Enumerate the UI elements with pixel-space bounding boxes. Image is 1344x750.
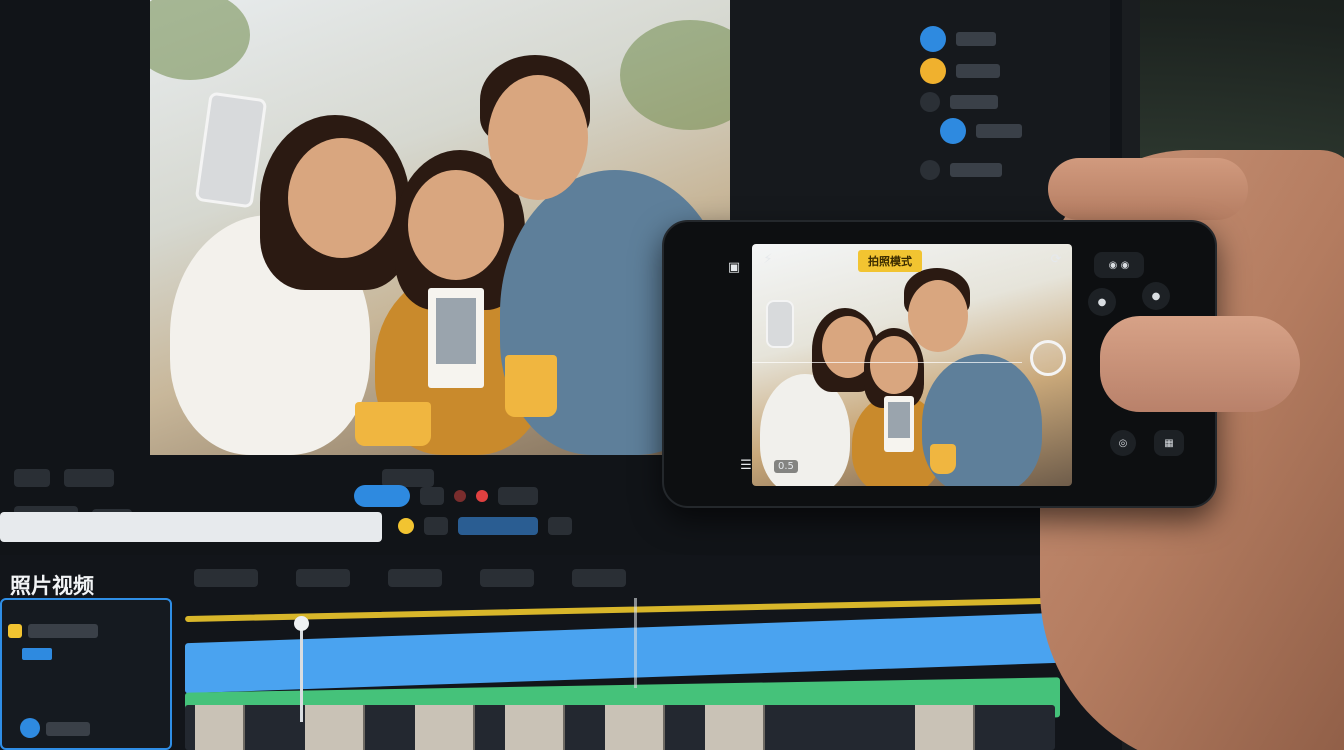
flip-camera-icon[interactable]: ⟳ — [1048, 252, 1064, 268]
option-label — [956, 32, 996, 46]
menu-button[interactable]: ▦ — [1154, 430, 1184, 456]
mode-dial[interactable]: ◉ ◉ — [1094, 252, 1144, 278]
bin-item[interactable] — [46, 722, 90, 736]
shutter-icon[interactable] — [1030, 340, 1066, 376]
media-bin[interactable] — [0, 598, 172, 750]
camera-mode-label[interactable]: 拍照模式 — [858, 250, 922, 272]
person-face — [488, 75, 588, 200]
bin-tag[interactable] — [22, 648, 52, 660]
flash-icon[interactable]: ⚡ — [760, 252, 776, 268]
folder-icon — [8, 624, 22, 638]
camera-viewfinder[interactable]: 拍照模式 0.5 ⚡ ⟳ — [752, 244, 1072, 486]
tool-button[interactable] — [548, 517, 572, 535]
timeline-title: 照片视频 — [10, 574, 94, 598]
drink-cup — [355, 402, 431, 446]
option-label — [950, 163, 1002, 177]
thumb — [1100, 316, 1300, 412]
polaroid-photo — [428, 288, 484, 388]
record-icon[interactable]: ◎ — [1110, 430, 1136, 456]
playhead[interactable] — [294, 616, 309, 722]
polaroid-photo — [884, 396, 914, 452]
video-preview[interactable] — [150, 0, 730, 455]
drink-cup — [930, 444, 956, 474]
option-label — [956, 64, 1000, 78]
tool-button[interactable] — [64, 469, 114, 487]
tool-button[interactable] — [14, 469, 50, 487]
tool-button[interactable] — [424, 517, 448, 535]
selection-range[interactable] — [458, 517, 538, 535]
zoom-indicator[interactable]: 0.5 — [774, 460, 798, 473]
bin-item[interactable] — [28, 624, 98, 638]
thumbnail-track[interactable] — [185, 705, 1055, 750]
scrub-bar[interactable] — [0, 512, 382, 542]
marker-line — [634, 598, 637, 688]
background-foliage — [150, 0, 250, 80]
clip-thumbnail[interactable] — [415, 705, 475, 750]
toggle[interactable] — [920, 92, 940, 112]
person-face — [408, 170, 504, 280]
option-label — [976, 124, 1022, 138]
add-icon[interactable] — [20, 718, 40, 738]
person-face — [908, 280, 968, 352]
gallery-icon[interactable]: ▣ — [726, 260, 742, 276]
option-label — [950, 95, 998, 109]
finger — [1048, 158, 1248, 220]
level-guide — [752, 362, 1022, 363]
clip-thumbnail[interactable] — [915, 705, 975, 750]
phone-in-photo — [194, 91, 268, 209]
clip-thumbnail[interactable] — [605, 705, 665, 750]
color-swatch[interactable] — [920, 26, 946, 52]
person-face — [288, 138, 396, 258]
control-button[interactable]: ● — [1088, 288, 1116, 316]
clip-thumbnail[interactable] — [305, 705, 365, 750]
clip-controls — [384, 508, 674, 544]
marker-button[interactable] — [398, 518, 414, 534]
color-swatch[interactable] — [920, 58, 946, 84]
clip-thumbnail[interactable] — [195, 705, 245, 750]
clip-thumbnail[interactable] — [505, 705, 565, 750]
background-foliage — [620, 20, 730, 130]
drink-cup — [505, 355, 557, 417]
person-face — [870, 336, 918, 394]
clip-thumbnail[interactable] — [705, 705, 765, 750]
toggle[interactable] — [920, 160, 940, 180]
phone-in-photo — [766, 300, 794, 348]
color-swatch[interactable] — [940, 118, 966, 144]
control-button[interactable]: ● — [1142, 282, 1170, 310]
